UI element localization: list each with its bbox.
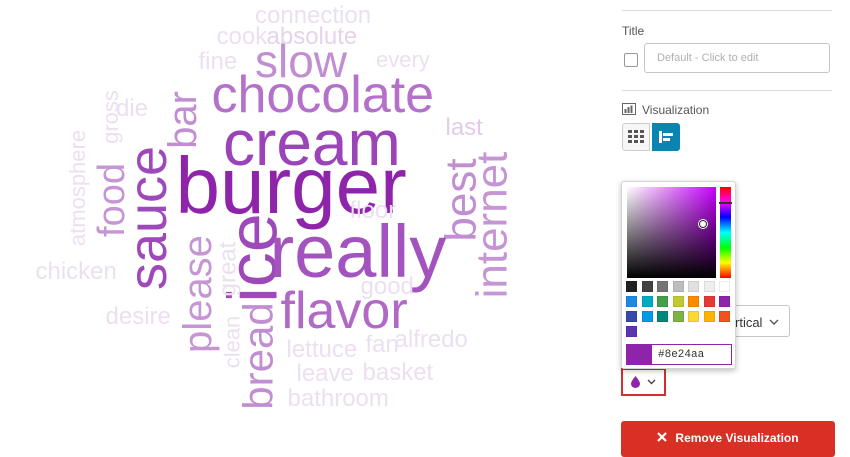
color-swatch[interactable] (672, 311, 684, 322)
color-swatch[interactable] (626, 326, 637, 337)
color-swatch[interactable] (703, 296, 715, 307)
cloud-word: flavor (280, 282, 408, 341)
cloud-word: bathroom (287, 385, 389, 413)
cloud-word: sauce (118, 145, 179, 291)
color-swatch[interactable] (626, 296, 637, 307)
cloud-word: desire (105, 303, 171, 331)
cloud-word: atmosphere (65, 129, 91, 247)
color-swatch[interactable] (688, 311, 699, 322)
color-swatch[interactable] (626, 311, 637, 322)
color-swatch[interactable] (657, 311, 668, 322)
close-x-icon (657, 432, 668, 442)
color-swatch[interactable] (626, 281, 637, 292)
cloud-word: chicken (35, 258, 117, 286)
color-picker-popup (621, 181, 736, 369)
saturation-handle[interactable] (699, 220, 707, 228)
cloud-word: please (175, 235, 220, 353)
color-swatch[interactable] (719, 296, 730, 307)
divider (622, 90, 832, 91)
cloud-word: last (445, 114, 483, 142)
hue-handle[interactable] (719, 202, 732, 204)
word-cloud-view-button[interactable] (652, 123, 680, 151)
color-swatch[interactable] (641, 281, 653, 292)
cloud-word: really (269, 210, 447, 294)
color-swatch[interactable] (703, 311, 715, 322)
color-swatch[interactable] (641, 296, 653, 307)
word-cloud-icon (659, 131, 673, 143)
color-swatch[interactable] (688, 296, 699, 307)
visualization-label: Visualization (642, 103, 710, 117)
cloud-word: internet (466, 151, 516, 299)
cloud-word: fan (365, 331, 399, 359)
color-swatch[interactable] (672, 296, 684, 307)
cloud-word: bread (234, 302, 282, 410)
chevron-down-icon (769, 319, 779, 325)
orientation-value: rtical (735, 315, 763, 330)
cloud-word: bar (160, 91, 205, 149)
current-color-swatch (626, 344, 652, 365)
color-swatch[interactable] (672, 281, 684, 292)
color-swatch[interactable] (719, 311, 730, 322)
droplet-icon (631, 376, 640, 388)
remove-visualization-button[interactable]: Remove Visualization (621, 421, 835, 457)
visualization-icon (622, 103, 636, 115)
table-grid-icon (628, 130, 644, 143)
chevron-down-icon (647, 379, 656, 385)
title-checkbox[interactable] (624, 53, 638, 67)
saturation-value-area[interactable] (627, 187, 716, 278)
hue-slider[interactable] (720, 187, 731, 278)
cloud-word: basket (362, 359, 434, 387)
color-swatch[interactable] (641, 311, 653, 322)
title-label: Title (622, 24, 645, 38)
cloud-word: alfredo (394, 326, 468, 354)
cloud-word: lettuce (286, 336, 358, 364)
color-swatch[interactable] (719, 281, 730, 292)
word-cloud: connection cook absolute fine every slow… (0, 0, 600, 443)
title-input[interactable] (644, 43, 830, 73)
color-swatch[interactable] (688, 281, 699, 292)
hex-color-input[interactable] (652, 344, 732, 365)
color-picker-button[interactable] (621, 368, 666, 396)
divider (622, 10, 832, 11)
table-view-button[interactable] (622, 123, 650, 151)
color-swatch[interactable] (657, 296, 668, 307)
color-swatch[interactable] (703, 281, 715, 292)
color-swatch[interactable] (657, 281, 668, 292)
cloud-word: leave (296, 360, 354, 388)
cloud-word: gross (97, 90, 123, 144)
